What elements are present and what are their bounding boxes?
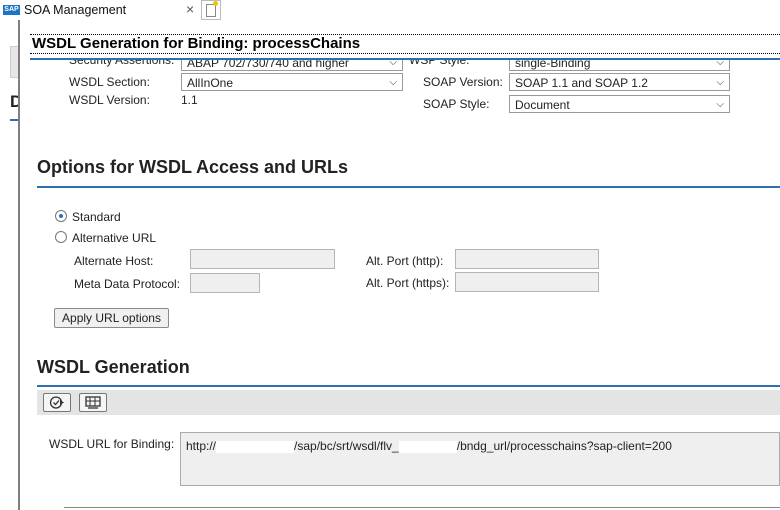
alternate-host-input[interactable] — [190, 249, 335, 269]
apply-url-options-button[interactable]: Apply URL options — [54, 308, 169, 328]
alternate-host-label: Alternate Host: — [74, 254, 154, 268]
wsdl-version-value: 1.1 — [181, 93, 198, 107]
wsdl-section-label: WSDL Section: — [69, 75, 150, 89]
access-options-heading: Options for WSDL Access and URLs — [37, 157, 349, 177]
wsp-style-select[interactable]: single-Binding ⌵ — [509, 57, 730, 71]
alternative-url-radio-label[interactable]: Alternative URL — [72, 231, 156, 245]
security-assertions-label: Security Assertions: — [69, 53, 175, 67]
generation-heading-underline — [37, 385, 780, 387]
sap-logo-icon: SAP — [3, 5, 20, 15]
wsdl-url-part2: /sap/bc/srt/wsdl/flv_ — [294, 439, 399, 453]
wsdl-url-part1: http:// — [186, 439, 217, 453]
redacted-name — [398, 440, 457, 453]
soap-style-label: SOAP Style: — [423, 97, 490, 111]
alt-port-https-input[interactable] — [455, 272, 599, 292]
tab-soa-management[interactable]: SAP SOA Management — [0, 0, 200, 20]
meta-data-protocol-input[interactable] — [190, 273, 260, 293]
alt-port-https-label: Alt. Port (https): — [366, 276, 450, 290]
wsdl-url-field[interactable]: http:// /sap/bc/srt/wsdl/flv_ /bndg_url/pr… — [180, 432, 780, 486]
tab-close-icon[interactable]: × — [186, 1, 194, 17]
wsdl-generation-heading: WSDL Generation — [37, 357, 190, 377]
wsdl-url-label: WSDL URL for Binding: — [49, 437, 175, 451]
redacted-host — [216, 440, 295, 453]
chevron-down-icon: ⌵ — [716, 77, 724, 88]
generation-toolbar — [37, 390, 780, 415]
new-tab-icon[interactable] — [201, 0, 221, 20]
chevron-down-icon: ⌵ — [389, 57, 397, 68]
bottom-divider — [64, 507, 780, 508]
chevron-down-icon: ⌵ — [389, 77, 397, 88]
chevron-down-icon: ⌵ — [716, 57, 724, 68]
background-panel-content: D — [0, 20, 22, 510]
meta-data-protocol-label: Meta Data Protocol: — [74, 277, 181, 291]
dialog-title: WSDL Generation for Binding: processChai… — [30, 34, 780, 54]
alternative-url-radio[interactable] — [55, 231, 67, 243]
soap-version-select[interactable]: SOAP 1.1 and SOAP 1.2 ⌵ — [509, 73, 730, 91]
title-underline — [30, 58, 780, 60]
tab-title: SOA Management — [24, 3, 127, 17]
tab-bar: SAP SOA Management × — [0, 0, 780, 20]
chevron-down-icon: ⌵ — [716, 99, 724, 110]
execute-button[interactable] — [43, 393, 71, 412]
display-button[interactable] — [79, 393, 107, 412]
display-icon — [85, 396, 101, 409]
alt-port-http-input[interactable] — [455, 249, 599, 269]
soap-version-label: SOAP Version: — [423, 75, 503, 89]
wsdl-version-label: WSDL Version: — [69, 93, 150, 107]
wsdl-url-part3: /bndg_url/processchains?sap-client=200 — [456, 439, 672, 453]
execute-icon — [49, 396, 64, 409]
alt-port-http-label: Alt. Port (http): — [366, 254, 444, 268]
security-assertions-select[interactable]: ABAP 702/730/740 and higher ⌵ — [181, 57, 403, 71]
wsdl-section-select[interactable]: AllInOne ⌵ — [181, 73, 403, 91]
wsp-style-label: WSP Style: — [409, 53, 470, 67]
wsdl-section-value: AllInOne — [187, 76, 234, 90]
standard-radio-label[interactable]: Standard — [72, 210, 121, 224]
wsdl-generation-dialog: WSDL Generation for Binding: processChai… — [20, 20, 780, 510]
access-heading-underline — [37, 186, 780, 188]
standard-radio[interactable] — [55, 210, 67, 222]
soap-style-select[interactable]: Document ⌵ — [509, 95, 730, 113]
soap-style-value: Document — [515, 98, 570, 112]
soap-version-value: SOAP 1.1 and SOAP 1.2 — [515, 76, 648, 90]
